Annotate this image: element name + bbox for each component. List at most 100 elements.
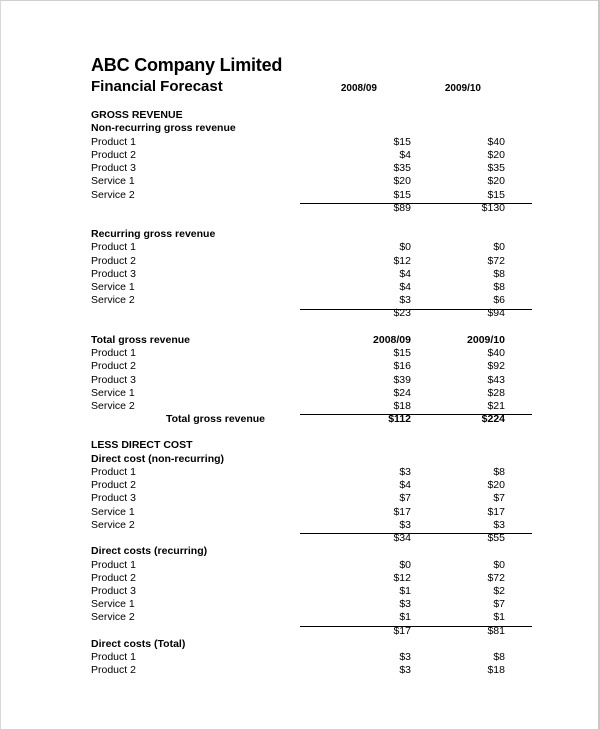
value-2009-10: $40 [487,136,505,148]
value-2008-09: $3 [399,294,411,306]
value-2008-09: $4 [399,281,411,293]
subtotal-2008-09: $34 [393,532,411,544]
table-row: Service 2 $1 $1 [91,611,531,624]
value-2009-10: $8 [493,466,505,478]
subtotal-2008-09: $89 [393,202,411,214]
value-2009-10: $7 [493,492,505,504]
row-label: Service 1 [91,506,135,518]
row-label: Product 3 [91,268,136,280]
year-header-1: 2008/09 [373,334,411,346]
row-label: Service 1 [91,281,135,293]
value-2008-09: $12 [393,255,411,267]
value-2009-10: $15 [487,189,505,201]
value-2008-09: $3 [399,466,411,478]
document-subtitle: Financial Forecast [91,78,223,95]
total-2009-10: $224 [481,413,505,425]
value-2008-09: $4 [399,479,411,491]
year-header-2: 2009/10 [444,83,481,94]
subsection-label: Direct costs (recurring) [91,545,208,557]
subsection-label: Non-recurring gross revenue [91,122,236,134]
subtotal-row: $89 $130 [91,202,531,215]
row-label: Product 2 [91,360,136,372]
value-2008-09: $3 [399,598,411,610]
value-2008-09: $17 [393,506,411,518]
table-row: Product 2 $16 $92 [91,360,531,373]
table-row: Product 2 $12 $72 [91,255,531,268]
subsection-heading: Recurring gross revenue [91,228,531,241]
table-row: Service 2 $3 $3 [91,519,531,532]
value-2009-10: $3 [493,519,505,531]
table-row: Product 3 $1 $2 [91,585,531,598]
subtotal-row: $17 $81 [91,625,531,638]
value-2008-09: $0 [399,559,411,571]
value-2008-09: $3 [399,651,411,663]
row-label: Service 1 [91,598,135,610]
value-2008-09: $20 [393,175,411,187]
row-label: Service 2 [91,189,135,201]
table-row: Product 1 $3 $8 [91,651,531,664]
row-label: Service 1 [91,175,135,187]
value-2009-10: $1 [493,611,505,623]
subsection-heading: Direct cost (non-recurring) [91,453,531,466]
row-label: Service 2 [91,294,135,306]
total-2008-09: $112 [388,413,411,425]
table-row: Product 2 $12 $72 [91,572,531,585]
value-2008-09: $15 [393,136,411,148]
value-2009-10: $2 [493,585,505,597]
subsection-heading: Direct costs (Total) [91,638,531,651]
subtotal-2009-10: $94 [487,307,505,319]
value-2008-09: $16 [393,360,411,372]
value-2008-09: $15 [393,189,411,201]
subtotal-row: $34 $55 [91,532,531,545]
section-heading-label: GROSS REVENUE [91,109,183,121]
row-label: Product 3 [91,374,136,386]
value-2009-10: $18 [487,664,505,676]
value-2008-09: $12 [393,572,411,584]
table-row: Product 1 $15 $40 [91,347,531,360]
row-label: Service 2 [91,611,135,623]
row-label: Product 2 [91,664,136,676]
subtotal-2009-10: $55 [487,532,505,544]
value-2008-09: $1 [399,585,411,597]
row-label: Product 2 [91,572,136,584]
section-heading-label: LESS DIRECT COST [91,439,193,451]
value-2009-10: $72 [487,572,505,584]
subtotal-2009-10: $81 [487,625,505,637]
value-2009-10: $0 [493,559,505,571]
value-2008-09: $35 [393,162,411,174]
year-header-2: 2009/10 [467,334,505,346]
row-label: Product 1 [91,241,136,253]
value-2009-10: $20 [487,149,505,161]
subsection-label: Recurring gross revenue [91,228,216,240]
value-2009-10: $20 [487,479,505,491]
subtotal-row: $23 $94 [91,307,531,320]
value-2009-10: $7 [493,598,505,610]
subsection-heading: Direct costs (recurring) [91,545,531,558]
total-label: Total gross revenue [166,413,266,425]
value-2008-09: $24 [393,387,411,399]
row-label: Product 1 [91,136,136,148]
value-2009-10: $20 [487,175,505,187]
document-page: ABC Company Limited Financial Forecast 2… [0,0,600,730]
value-2009-10: $17 [487,506,505,518]
table-row: Service 2 $3 $6 [91,294,531,307]
value-2009-10: $8 [493,651,505,663]
value-2008-09: $39 [393,374,411,386]
row-label: Product 1 [91,559,136,571]
value-2008-09: $7 [399,492,411,504]
subsection-label: Direct costs (Total) [91,638,186,650]
table-row: Service 1 $4 $8 [91,281,531,294]
year-header-1: 2008/09 [340,83,377,94]
row-label: Service 2 [91,519,135,531]
value-2008-09: $0 [399,241,411,253]
row-label: Service 2 [91,400,135,412]
row-label: Product 2 [91,479,136,491]
value-2008-09: $3 [399,519,411,531]
table-row: Product 3 $4 $8 [91,268,531,281]
table-row: Product 1 $0 $0 [91,241,531,254]
subsection-heading: Total gross revenue 2008/09 2009/10 [91,334,531,347]
value-2009-10: $35 [487,162,505,174]
table-row: Product 3 $7 $7 [91,492,531,505]
value-2009-10: $40 [487,347,505,359]
subtotal-2008-09: $23 [393,307,411,319]
